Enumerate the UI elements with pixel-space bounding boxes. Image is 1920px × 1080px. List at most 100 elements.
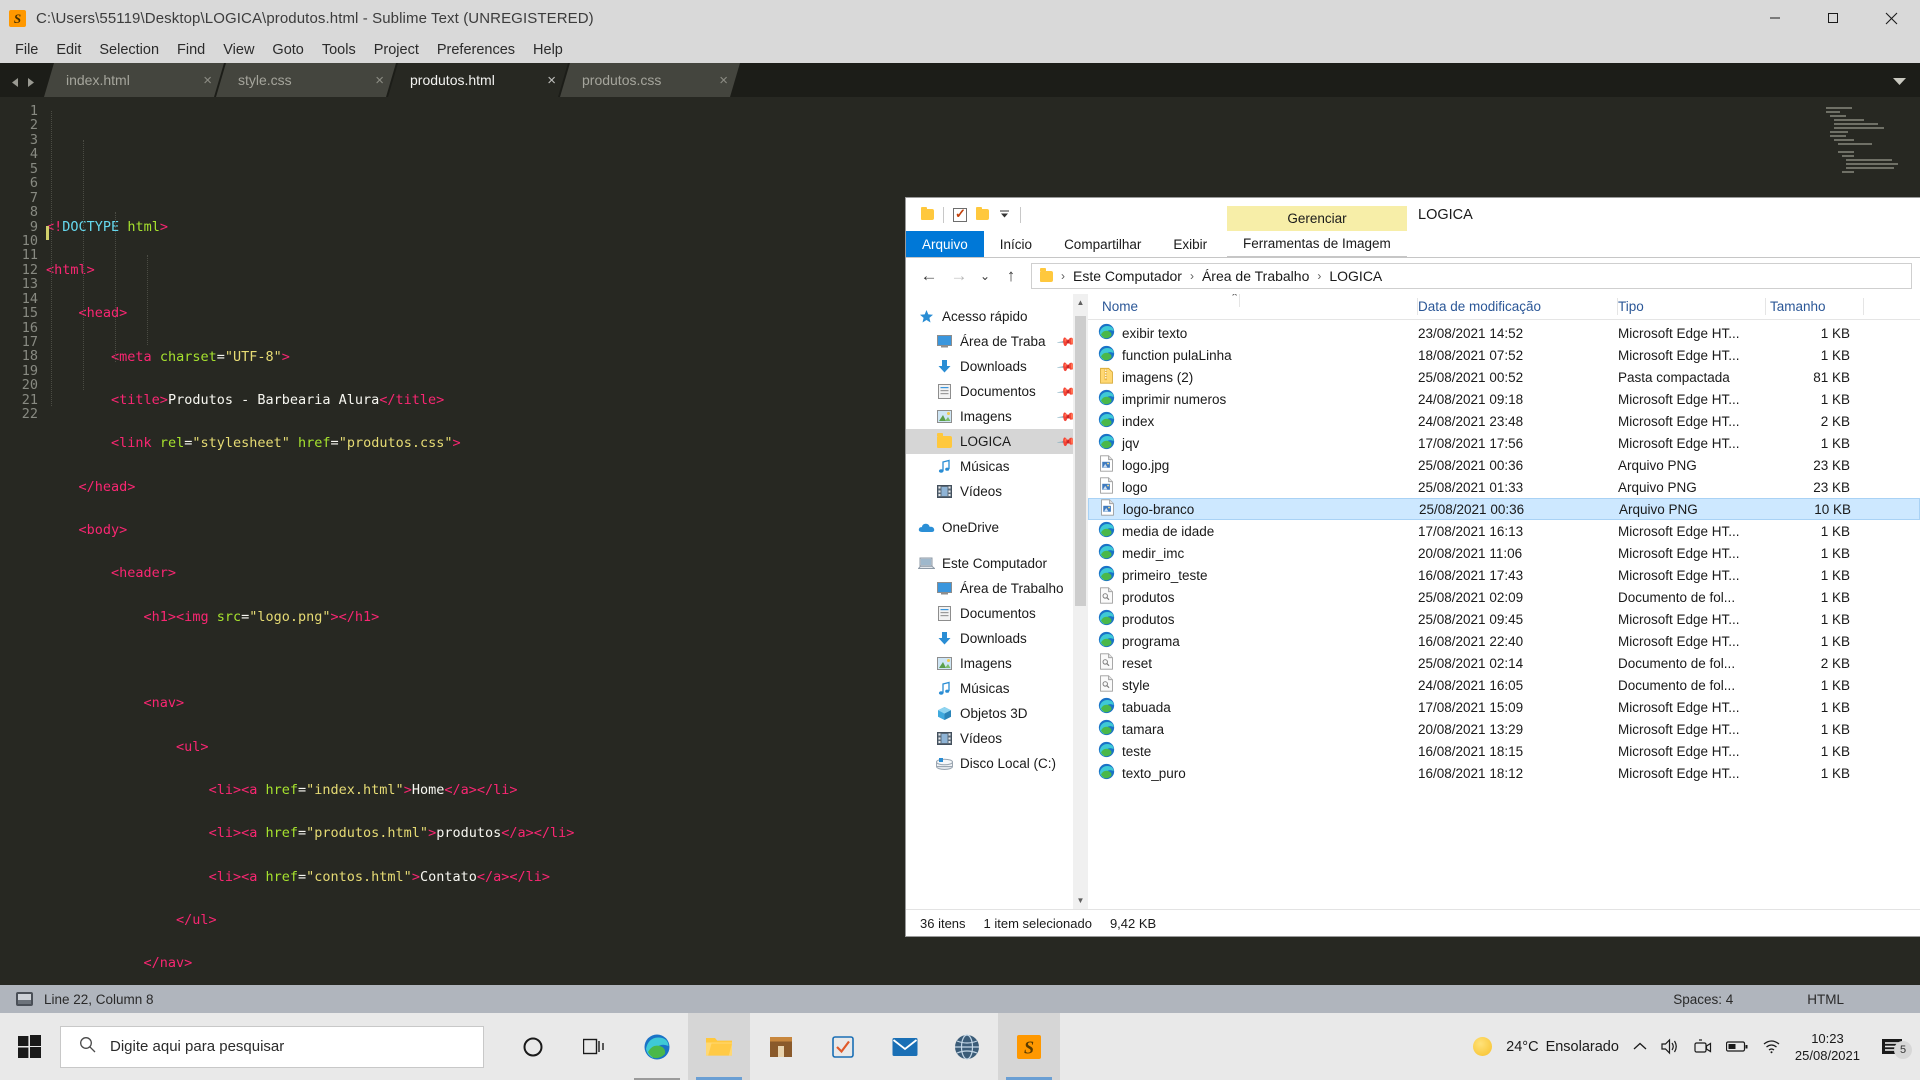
menu-tools[interactable]: Tools [313,39,365,61]
table-row[interactable]: teste 16/08/2021 18:15 Microsoft Edge HT..… [1088,740,1920,762]
sublime-text-icon[interactable]: S [998,1013,1060,1080]
table-row[interactable]: style 24/08/2021 16:05 Documento de fol...… [1088,674,1920,696]
file-explorer-icon[interactable] [688,1013,750,1080]
tab-close-icon[interactable]: × [369,72,384,89]
nav-area-de-trabalho[interactable]: Área de Traba 📌 [906,329,1088,354]
forward-button[interactable]: → [944,261,974,291]
navigation-scrollbar[interactable]: ▲ ▼ [1073,294,1088,909]
tab-index-html[interactable]: index.html × [44,63,224,97]
table-row[interactable]: medir_imc 20/08/2021 11:06 Microsoft Edge … [1088,542,1920,564]
column-header-tipo[interactable]: Tipo [1618,298,1766,315]
table-row[interactable]: logo-branco 25/08/2021 00:36 Arquivo PNG 10… [1088,498,1920,520]
nav-pc-downloads[interactable]: Downloads [906,626,1088,651]
table-row[interactable]: produtos 25/08/2021 09:45 Microsoft Edge H… [1088,608,1920,630]
browser-globe-icon[interactable] [936,1013,998,1080]
nav-imagens[interactable]: Imagens 📌 [906,404,1088,429]
weather-sun-icon[interactable] [1473,1037,1493,1056]
tab-scroll-controls[interactable] [0,77,44,97]
file-list-pane[interactable]: ⌃ Nome Data de modificação Tipo Tamanho … [1088,294,1920,909]
breadcrumb-area-de-trabalho[interactable]: Área de Trabalho [1202,268,1309,284]
weather-description[interactable]: Ensolarado [1546,1039,1619,1055]
table-row[interactable]: reset 25/08/2021 02:14 Documento de fol...… [1088,652,1920,674]
table-row[interactable]: texto_puro 16/08/2021 18:12 Microsoft Edge… [1088,762,1920,784]
tab-close-icon[interactable]: × [541,72,556,89]
show-hidden-icons-chevron-icon[interactable] [1633,1042,1647,1052]
menu-file[interactable]: File [6,39,47,61]
task-view-icon[interactable] [564,1013,626,1080]
nav-pc-objetos-3d[interactable]: Objetos 3D [906,701,1088,726]
notification-center-button[interactable]: 5 [1874,1037,1912,1059]
indentation-setting[interactable]: Spaces: 4 [1673,992,1733,1007]
menu-help[interactable]: Help [524,39,572,61]
nav-logica[interactable]: LOGICA 📌 [906,429,1088,454]
nav-pc-documentos[interactable]: Documentos [906,601,1088,626]
breadcrumb-logica[interactable]: LOGICA [1329,268,1382,284]
close-button[interactable] [1862,0,1920,36]
nav-pc-videos[interactable]: Vídeos [906,726,1088,751]
tab-close-icon[interactable]: × [197,72,212,89]
cortana-icon[interactable] [502,1013,564,1080]
menu-project[interactable]: Project [365,39,428,61]
scroll-down-icon[interactable]: ▼ [1073,892,1088,909]
nav-acesso-rapido[interactable]: Acesso rápido [906,304,1088,329]
menu-preferences[interactable]: Preferences [428,39,524,61]
menu-edit[interactable]: Edit [47,39,90,61]
customize-qat-chevron-icon[interactable] [993,204,1015,226]
scrollbar-thumb[interactable] [1075,316,1086,606]
table-row[interactable]: exibir texto 23/08/2021 14:52 Microsoft Ed… [1088,322,1920,344]
table-row[interactable]: logo 25/08/2021 01:33 Arquivo PNG 23 KB [1088,476,1920,498]
nav-downloads[interactable]: Downloads 📌 [906,354,1088,379]
tab-style-css[interactable]: style.css × [216,63,396,97]
tab-overflow-icon[interactable] [1893,77,1920,97]
minimize-button[interactable] [1746,0,1804,36]
ribbon-tab-arquivo[interactable]: Arquivo [906,231,984,257]
store-icon[interactable] [750,1013,812,1080]
file-rows-container[interactable]: exibir texto 23/08/2021 14:52 Microsoft Ed… [1088,320,1920,909]
up-button[interactable]: ↑ [996,261,1026,291]
nav-musicas[interactable]: Músicas [906,454,1088,479]
properties-check-icon[interactable] [949,204,971,226]
nav-videos[interactable]: Vídeos [906,479,1088,504]
column-header-tamanho[interactable]: Tamanho [1766,298,1864,315]
maximize-button[interactable] [1804,0,1862,36]
nav-pc-area-de-trabalho[interactable]: Área de Trabalho [906,576,1088,601]
ribbon-tab-ferramentas-de-imagem[interactable]: Ferramentas de Imagem [1227,231,1407,257]
syntax-setting[interactable]: HTML [1807,992,1844,1007]
mail-icon[interactable] [874,1013,936,1080]
table-row[interactable]: tamara 20/08/2021 13:29 Microsoft Edge HT.… [1088,718,1920,740]
nav-pc-disco-local-c[interactable]: Disco Local (C:) [906,751,1088,776]
table-row[interactable]: imagens (2) 25/08/2021 00:52 Pasta compact… [1088,366,1920,388]
menu-view[interactable]: View [214,39,263,61]
ribbon-tab-inicio[interactable]: Início [984,231,1048,257]
start-button[interactable] [0,1013,58,1080]
table-row[interactable]: function pulaLinha 18/08/2021 07:52 Micros… [1088,344,1920,366]
search-input[interactable]: Digite aqui para pesquisar [60,1025,484,1068]
table-row[interactable]: tabuada 17/08/2021 15:09 Microsoft Edge HT… [1088,696,1920,718]
column-header-nome[interactable]: Nome [1088,298,1418,315]
back-button[interactable]: ← [914,261,944,291]
battery-icon[interactable] [1725,1040,1748,1053]
menu-selection[interactable]: Selection [90,39,168,61]
breadcrumb-path-field[interactable]: › Este Computador › Área de Trabalho › L… [1031,263,1912,289]
ribbon-tab-exibir[interactable]: Exibir [1157,231,1223,257]
menu-find[interactable]: Find [168,39,214,61]
table-row[interactable]: media de idade 17/08/2021 16:13 Microsoft … [1088,520,1920,542]
nav-documentos[interactable]: Documentos 📌 [906,379,1088,404]
column-header-data[interactable]: Data de modificação [1418,298,1618,315]
table-row[interactable]: index 24/08/2021 23:48 Microsoft Edge HT..… [1088,410,1920,432]
table-row[interactable]: imprimir numeros 24/08/2021 09:18 Microsof… [1088,388,1920,410]
nav-este-computador[interactable]: Este Computador [906,551,1088,576]
edge-icon[interactable] [626,1013,688,1080]
sidebar-toggle-icon[interactable] [16,992,33,1006]
table-row[interactable]: programa 16/08/2021 22:40 Microsoft Edge H… [1088,630,1920,652]
navigation-pane[interactable]: Acesso rápido Área de Traba 📌 Downloads … [906,294,1088,909]
scroll-up-icon[interactable]: ▲ [1073,294,1088,311]
new-folder-icon[interactable] [971,204,993,226]
volume-icon[interactable] [1661,1038,1680,1055]
tab-produtos-html[interactable]: produtos.html × [388,63,568,97]
recent-locations-chevron-icon[interactable]: ⌄ [974,261,996,291]
menu-goto[interactable]: Goto [263,39,312,61]
clock[interactable]: 10:23 25/08/2021 [1795,1030,1860,1064]
folder-icon[interactable] [916,204,938,226]
ribbon-tab-compartilhar[interactable]: Compartilhar [1048,231,1157,257]
